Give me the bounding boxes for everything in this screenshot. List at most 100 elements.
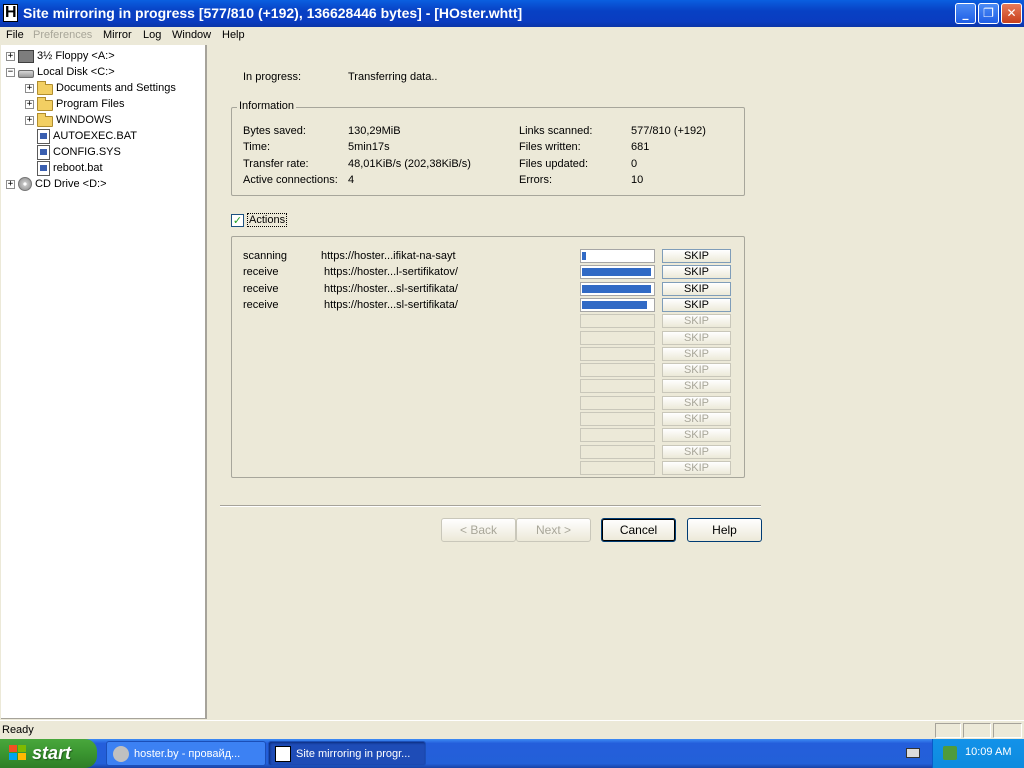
mirror-progress-pane: In progress: Transferring data.. Informa… <box>209 45 1022 719</box>
action-progress-bar <box>580 444 655 459</box>
menu-preferences[interactable]: Preferences <box>33 29 92 41</box>
action-progress-bar <box>580 281 655 296</box>
progress-fill <box>582 284 651 293</box>
title-bar[interactable]: Site mirroring in progress [577/810 (+19… <box>0 0 1024 27</box>
tree-item-floppy[interactable]: + 3½ Floppy <A:> <box>6 48 115 64</box>
expand-icon[interactable]: + <box>25 115 34 125</box>
action-progress-bar <box>580 428 655 443</box>
files-updated-label: Files updated: <box>519 158 589 170</box>
hard-drive-icon <box>18 70 34 78</box>
collapse-icon[interactable]: − <box>6 67 15 77</box>
taskbar-item-label: Site mirroring in progr... <box>296 748 411 760</box>
menu-help[interactable]: Help <box>222 29 245 41</box>
status-text: Ready <box>2 724 34 736</box>
tree-item-label: Documents and Settings <box>56 82 176 94</box>
start-button[interactable]: start <box>0 739 97 768</box>
cancel-button[interactable]: Cancel <box>601 518 676 542</box>
menu-bar: File Preferences Mirror Log Window Help <box>0 27 1024 45</box>
actions-checkbox[interactable]: ✓ <box>231 214 244 227</box>
menu-window[interactable]: Window <box>172 29 211 41</box>
skip-button[interactable]: SKIP <box>662 428 731 443</box>
action-row-2-url: https://hoster...l-sertifikatov/ <box>324 266 458 278</box>
skip-button[interactable]: SKIP <box>662 395 731 410</box>
status-panel <box>993 723 1022 738</box>
status-bar: Ready <box>0 720 1024 739</box>
progress-fill <box>582 252 586 260</box>
skip-button[interactable]: SKIP <box>662 412 731 426</box>
skip-button[interactable]: SKIP <box>662 297 731 312</box>
tree-item-program-files[interactable]: + Program Files <box>25 96 124 112</box>
next-button[interactable]: Next > <box>516 518 591 542</box>
skip-button[interactable]: SKIP <box>662 460 731 475</box>
action-row-4-type: receive <box>243 299 279 311</box>
status-panel <box>935 723 961 738</box>
tree-item-autoexec[interactable]: AUTOEXEC.BAT <box>37 128 137 144</box>
tree-item-cd-drive[interactable]: + CD Drive <D:> <box>6 176 107 192</box>
tree-item-local-disk[interactable]: − Local Disk <C:> <box>6 64 115 80</box>
tree-item-label: Local Disk <C:> <box>37 66 115 78</box>
errors-label: Errors: <box>519 174 552 186</box>
back-button[interactable]: < Back <box>441 518 516 542</box>
progress-fill <box>582 268 651 277</box>
menu-mirror[interactable]: Mirror <box>103 29 132 41</box>
action-progress-bar <box>580 330 655 345</box>
skip-button[interactable]: SKIP <box>662 363 731 378</box>
links-scanned-value: 577/810 (+192) <box>631 125 706 137</box>
bytes-saved-value: 130,29MiB <box>348 125 401 137</box>
skip-button[interactable]: SKIP <box>662 281 731 296</box>
tree-item-label: CD Drive <D:> <box>35 178 107 190</box>
windows-logo-icon <box>9 745 27 762</box>
actions-checkbox-label[interactable]: Actions <box>247 213 288 227</box>
tree-item-windows[interactable]: + WINDOWS <box>25 112 112 128</box>
taskbar-item-browser[interactable]: hoster.by - провайд... <box>106 741 266 766</box>
links-scanned-label: Links scanned: <box>519 125 593 137</box>
skip-button[interactable]: SKIP <box>662 314 731 329</box>
action-progress-bar <box>580 265 655 280</box>
tree-item-label: 3½ Floppy <A:> <box>37 50 115 62</box>
menu-file[interactable]: File <box>6 29 24 41</box>
tree-item-config[interactable]: CONFIG.SYS <box>37 144 121 160</box>
tree-item-label: AUTOEXEC.BAT <box>53 130 137 142</box>
active-connections-value: 4 <box>348 174 355 186</box>
action-progress-bar <box>580 379 655 394</box>
action-row-2-type: receive <box>243 266 279 278</box>
cd-drive-icon <box>18 177 32 191</box>
httrack-app-icon[interactable] <box>3 4 18 22</box>
action-row-3-url: https://hoster...sl-sertifikata/ <box>324 283 458 295</box>
skip-button[interactable]: SKIP <box>662 346 731 361</box>
window-title: Site mirroring in progress [577/810 (+19… <box>23 5 523 21</box>
expand-icon[interactable]: + <box>6 51 15 61</box>
transfer-rate-label: Transfer rate: <box>243 158 309 170</box>
close-button[interactable]: ✕ <box>1001 3 1022 24</box>
floppy-drive-icon <box>18 49 34 63</box>
tree-item-documents[interactable]: + Documents and Settings <box>25 80 176 96</box>
errors-value: 10 <box>631 174 644 186</box>
skip-button[interactable]: SKIP <box>662 249 731 263</box>
tree-item-reboot[interactable]: reboot.bat <box>37 160 103 176</box>
action-row-4-url: https://hoster...sl-sertifikata/ <box>324 299 458 311</box>
expand-icon[interactable]: + <box>6 179 15 189</box>
tree-item-label: CONFIG.SYS <box>53 146 121 158</box>
help-button[interactable]: Help <box>687 518 762 542</box>
skip-button[interactable]: SKIP <box>662 265 731 280</box>
minimize-button[interactable]: _ <box>955 3 976 24</box>
folder-tree[interactable]: + 3½ Floppy <A:> − Local Disk <C:> + Doc… <box>1 45 207 719</box>
menu-log[interactable]: Log <box>143 29 161 41</box>
taskbar-item-httrack[interactable]: Site mirroring in progr... <box>268 741 426 766</box>
files-updated-value: 0 <box>631 158 638 170</box>
bytes-saved-label: Bytes saved: <box>243 125 306 137</box>
skip-button[interactable]: SKIP <box>662 444 731 459</box>
in-progress-value: Transferring data.. <box>348 71 438 83</box>
action-progress-bar <box>580 412 655 426</box>
action-progress-bar <box>580 363 655 378</box>
expand-icon[interactable]: + <box>25 83 34 93</box>
folder-icon <box>37 112 53 127</box>
restore-button[interactable]: ❐ <box>978 3 999 24</box>
skip-button[interactable]: SKIP <box>662 379 731 394</box>
skip-button[interactable]: SKIP <box>662 330 731 345</box>
expand-icon[interactable]: + <box>25 99 34 109</box>
action-progress-bar <box>580 460 655 475</box>
network-icon[interactable] <box>943 746 957 760</box>
keyboard-icon[interactable] <box>906 748 920 758</box>
action-progress-bar <box>580 249 655 263</box>
